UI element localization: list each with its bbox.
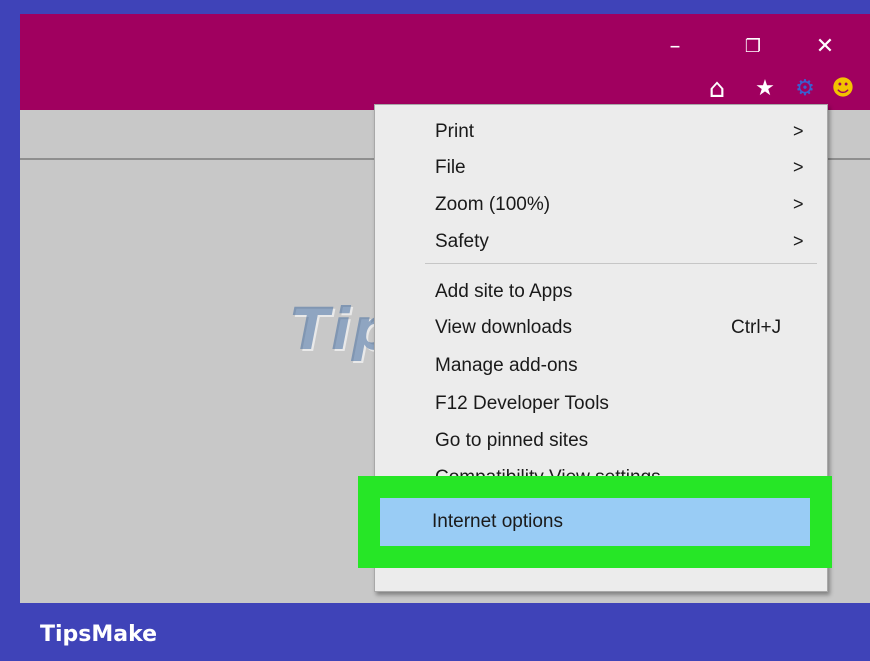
- menu-item-internet-options[interactable]: Internet options: [380, 498, 810, 546]
- home-icon[interactable]: ⌂: [704, 76, 730, 102]
- menu-item-label: Add site to Apps: [435, 281, 573, 302]
- menu-item-label: Print: [435, 121, 475, 142]
- menu-item-zoom[interactable]: Zoom (100%) >: [375, 186, 827, 222]
- menu-separator: [425, 263, 817, 264]
- menu-item-label: Safety: [435, 231, 489, 252]
- browser-titlebar: – ❐ ✕ ⌂ ★ ⚙ ☻: [20, 14, 870, 110]
- menu-item-safety[interactable]: Safety >: [375, 223, 827, 259]
- menu-item-label: File: [435, 157, 466, 178]
- menu-item-label: Zoom (100%): [435, 194, 551, 215]
- restore-button[interactable]: ❐: [738, 36, 768, 58]
- menu-item-label: Manage add-ons: [435, 355, 578, 376]
- favorites-star-icon[interactable]: ★: [752, 76, 778, 102]
- submenu-arrow-icon: >: [793, 157, 804, 177]
- menu-item-add-site-to-apps[interactable]: Add site to Apps: [375, 273, 827, 309]
- menu-item-manage-add-ons[interactable]: Manage add-ons: [375, 347, 827, 383]
- menu-item-label: Go to pinned sites: [435, 430, 589, 451]
- feedback-smiley-icon[interactable]: ☻: [830, 76, 856, 102]
- menu-item-view-downloads[interactable]: View downloads Ctrl+J: [375, 309, 827, 345]
- menu-item-label: View downloads: [435, 317, 572, 338]
- submenu-arrow-icon: >: [793, 121, 804, 141]
- menu-item-print[interactable]: Print >: [375, 113, 827, 149]
- submenu-arrow-icon: >: [793, 194, 804, 214]
- close-button[interactable]: ✕: [810, 36, 840, 58]
- menu-item-shortcut: Ctrl+J: [731, 317, 782, 338]
- menu-item-label: F12 Developer Tools: [435, 393, 609, 414]
- menu-item-file[interactable]: File >: [375, 149, 827, 185]
- gear-icon[interactable]: ⚙: [792, 76, 818, 102]
- minimize-button[interactable]: –: [660, 36, 690, 58]
- menu-item-go-to-pinned-sites[interactable]: Go to pinned sites: [375, 422, 827, 458]
- submenu-arrow-icon: >: [793, 231, 804, 251]
- footer-brand: TipsMake: [40, 622, 158, 647]
- menu-item-f12-developer-tools[interactable]: F12 Developer Tools: [375, 385, 827, 421]
- menu-item-label: Internet options: [432, 511, 563, 532]
